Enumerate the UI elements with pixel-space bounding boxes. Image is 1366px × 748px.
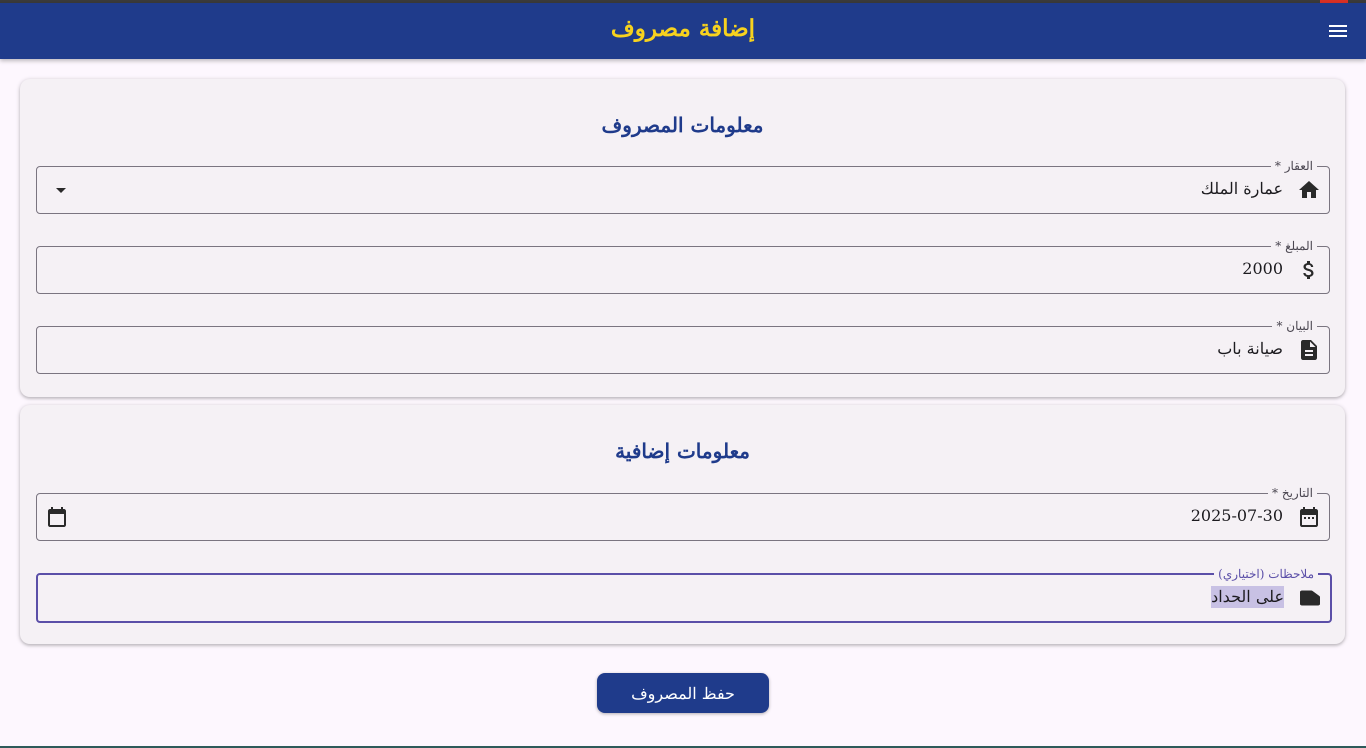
calendar-icon bbox=[1297, 505, 1321, 529]
expense-info-card: معلومات المصروف العقار * عمارة الملك الم… bbox=[20, 79, 1345, 397]
property-value: عمارة الملك bbox=[1200, 179, 1283, 198]
notes-label: ملاحظات (اختياري) bbox=[1214, 566, 1318, 582]
additional-info-title: معلومات إضافية bbox=[615, 439, 750, 463]
note-icon bbox=[1298, 586, 1322, 610]
dollar-icon bbox=[1297, 258, 1321, 282]
description-field[interactable]: البيان * صيانة باب bbox=[36, 318, 1330, 374]
home-icon bbox=[1297, 178, 1321, 202]
property-select[interactable]: العقار * عمارة الملك bbox=[36, 158, 1330, 214]
chevron-down-icon[interactable] bbox=[49, 178, 73, 202]
document-icon bbox=[1297, 338, 1321, 362]
date-field[interactable]: التاريخ * 2025-07-30 bbox=[36, 485, 1330, 541]
property-label: العقار * bbox=[1270, 158, 1317, 174]
description-label: البيان * bbox=[1272, 318, 1317, 334]
app-bar: إضافة مصروف bbox=[0, 3, 1366, 59]
expense-info-title: معلومات المصروف bbox=[601, 113, 764, 137]
save-expense-button[interactable]: حفظ المصروف bbox=[597, 673, 769, 713]
calendar-picker-icon[interactable] bbox=[45, 505, 69, 529]
date-label: التاريخ * bbox=[1268, 485, 1317, 501]
additional-info-card: معلومات إضافية التاريخ * 2025-07-30 ملاح… bbox=[20, 405, 1345, 644]
amount-label: المبلغ * bbox=[1271, 238, 1317, 254]
page-title: إضافة مصروف bbox=[610, 15, 756, 42]
description-value: صيانة باب bbox=[1217, 339, 1283, 358]
notes-value: على الحداد bbox=[1211, 586, 1284, 608]
menu-icon[interactable] bbox=[1326, 19, 1350, 43]
date-value: 2025-07-30 bbox=[1190, 506, 1283, 525]
amount-value: 2000 bbox=[1242, 259, 1283, 278]
amount-field[interactable]: المبلغ * 2000 bbox=[36, 238, 1330, 294]
notes-field[interactable]: ملاحظات (اختياري) على الحداد bbox=[36, 566, 1332, 623]
